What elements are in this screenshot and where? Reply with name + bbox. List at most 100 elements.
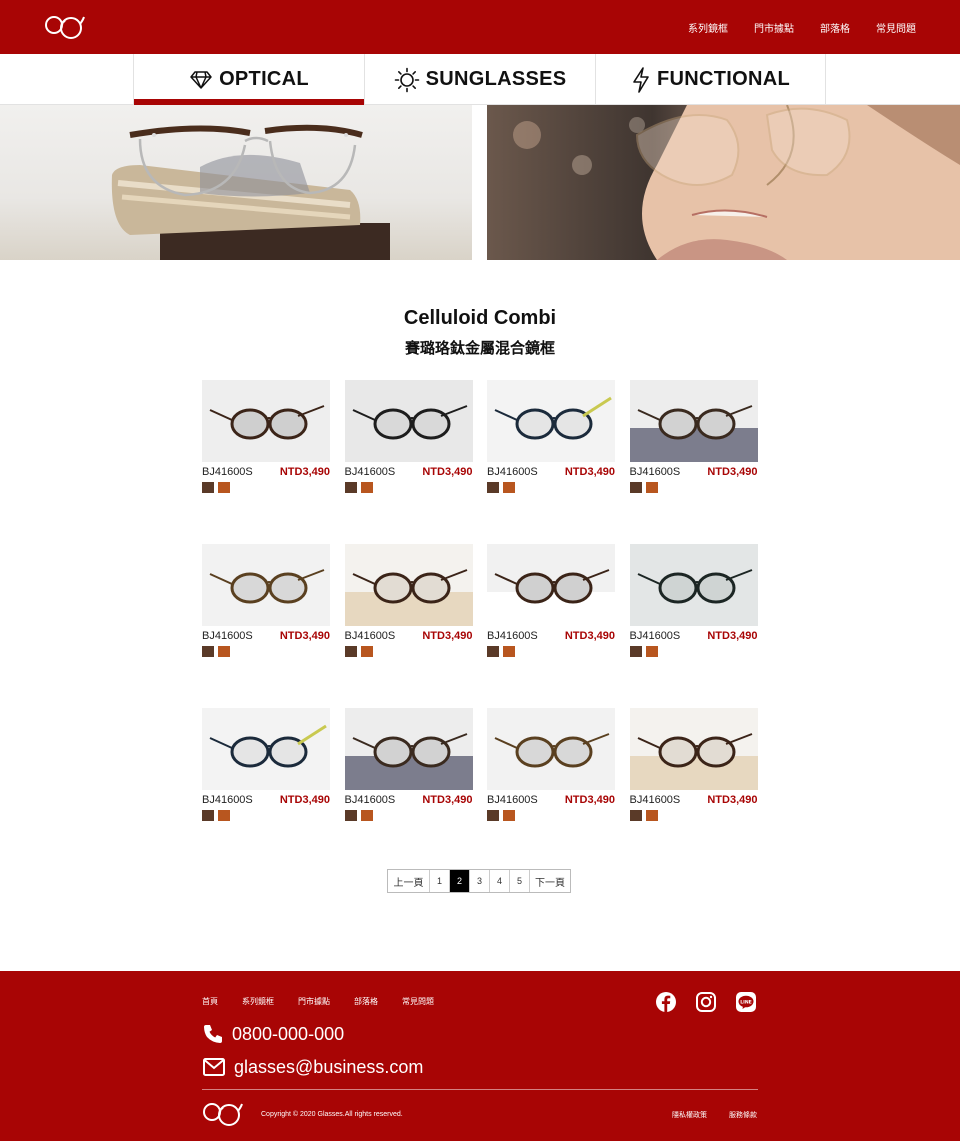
product-price: NTD3,490 [279,630,330,642]
swatch-orange[interactable] [360,810,373,821]
product-image[interactable] [629,544,758,626]
swatch-brown[interactable] [487,810,499,821]
footer-nav-series[interactable]: 系列鏡框 [242,996,274,1007]
hero-image-woman-with-glasses [487,105,960,260]
svg-text:LINE: LINE [740,999,752,1005]
product-card[interactable]: BJ41600S NTD3,490 [202,380,330,544]
product-image[interactable] [202,380,330,462]
swatch-orange[interactable] [218,810,230,821]
product-meta: BJ41600S NTD3,490 [202,793,330,807]
swatch-brown[interactable] [202,482,214,493]
swatch-brown[interactable] [629,482,642,493]
glasses-logo-icon [45,16,85,39]
next-page-button[interactable]: 下一頁 [529,870,570,892]
social-links: LINE [655,991,757,1013]
product-image[interactable] [344,380,473,462]
product-image[interactable] [344,544,473,626]
product-meta: BJ41600S NTD3,490 [487,465,615,479]
swatch-brown[interactable] [344,810,357,821]
color-swatches [629,646,758,657]
facebook-icon[interactable] [655,991,677,1013]
product-sku: BJ41600S [629,466,681,478]
swatch-brown[interactable] [487,646,499,657]
product-card[interactable]: BJ41600S NTD3,490 [629,708,758,872]
tab-sunglasses[interactable]: SUNGLASSES [364,54,595,105]
swatch-orange[interactable] [645,646,658,657]
swatch-orange[interactable] [218,482,230,493]
nav-blog[interactable]: 部落格 [820,20,850,35]
page-4-button[interactable]: 4 [489,870,509,892]
page-1-button[interactable]: 1 [429,870,449,892]
page-3-button[interactable]: 3 [469,870,489,892]
product-card[interactable]: BJ41600S NTD3,490 [629,380,758,544]
footer-phone[interactable]: 0800-000-000 [202,1023,344,1045]
glasses-logo-icon [203,1103,243,1126]
product-sku: BJ41600S [344,794,396,806]
swatch-orange[interactable] [503,646,515,657]
swatch-orange[interactable] [218,646,230,657]
hero-image-glasses-on-book [0,105,472,260]
product-image[interactable] [202,708,330,790]
footer-email[interactable]: glasses@business.com [202,1056,423,1078]
product-meta: BJ41600S NTD3,490 [202,465,330,479]
product-meta: BJ41600S NTD3,490 [630,793,758,807]
footer-nav-faq[interactable]: 常見問題 [402,996,434,1007]
section-title: Celluloid Combi [403,307,557,329]
product-price: NTD3,490 [707,630,758,642]
product-card[interactable]: BJ41600S NTD3,490 [629,544,758,708]
swatch-orange[interactable] [503,810,515,821]
tab-sunglasses-label: SUNGLASSES [425,68,567,90]
line-icon[interactable]: LINE [735,991,757,1013]
product-card[interactable]: BJ41600S NTD3,490 [344,544,473,708]
nav-series[interactable]: 系列鏡框 [688,20,728,35]
terms-link[interactable]: 服務條款 [729,1110,757,1120]
product-card[interactable]: BJ41600S NTD3,490 [202,544,330,708]
swatch-brown[interactable] [202,810,214,821]
product-image[interactable] [629,380,758,462]
tab-functional[interactable]: FUNCTIONAL [595,54,826,105]
product-price: NTD3,490 [564,794,615,806]
product-image[interactable] [202,544,330,626]
product-card[interactable]: BJ41600S NTD3,490 [344,708,473,872]
swatch-brown[interactable] [344,646,357,657]
swatch-orange[interactable] [645,482,658,493]
swatch-brown[interactable] [629,810,642,821]
swatch-orange[interactable] [360,646,373,657]
page-5-button[interactable]: 5 [509,870,529,892]
footer-nav-home[interactable]: 首頁 [202,996,218,1007]
swatch-orange[interactable] [503,482,515,493]
product-card[interactable]: BJ41600S NTD3,490 [487,380,615,544]
page-2-button[interactable]: 2 [449,870,469,892]
product-sku: BJ41600S [629,794,681,806]
product-price: NTD3,490 [564,630,615,642]
swatch-brown[interactable] [487,482,499,493]
email-address: glasses@business.com [234,1056,424,1077]
swatch-orange[interactable] [360,482,373,493]
prev-page-button[interactable]: 上一頁 [388,870,429,892]
product-price: NTD3,490 [279,466,330,478]
swatch-brown[interactable] [629,646,642,657]
top-header: 系列鏡框 門市據點 部落格 常見問題 [0,0,960,54]
swatch-brown[interactable] [344,482,357,493]
tab-optical[interactable]: OPTICAL [133,54,364,105]
nav-stores[interactable]: 門市據點 [754,20,794,35]
product-image[interactable] [344,708,473,790]
privacy-link[interactable]: 隱私權政策 [672,1110,707,1120]
product-image[interactable] [487,544,615,626]
product-card[interactable]: BJ41600S NTD3,490 [487,544,615,708]
product-image[interactable] [629,708,758,790]
nav-faq[interactable]: 常見問題 [876,20,916,35]
swatch-brown[interactable] [202,646,214,657]
footer-nav-blog[interactable]: 部落格 [354,996,378,1007]
product-image[interactable] [487,380,615,462]
product-image[interactable] [487,708,615,790]
product-card[interactable]: BJ41600S NTD3,490 [344,380,473,544]
logo[interactable] [44,14,86,45]
footer-logo[interactable] [202,1101,244,1132]
color-swatches [202,810,330,821]
swatch-orange[interactable] [645,810,658,821]
product-card[interactable]: BJ41600S NTD3,490 [487,708,615,872]
product-card[interactable]: BJ41600S NTD3,490 [202,708,330,872]
instagram-icon[interactable] [695,991,717,1013]
footer-nav-stores[interactable]: 門市據點 [298,996,330,1007]
